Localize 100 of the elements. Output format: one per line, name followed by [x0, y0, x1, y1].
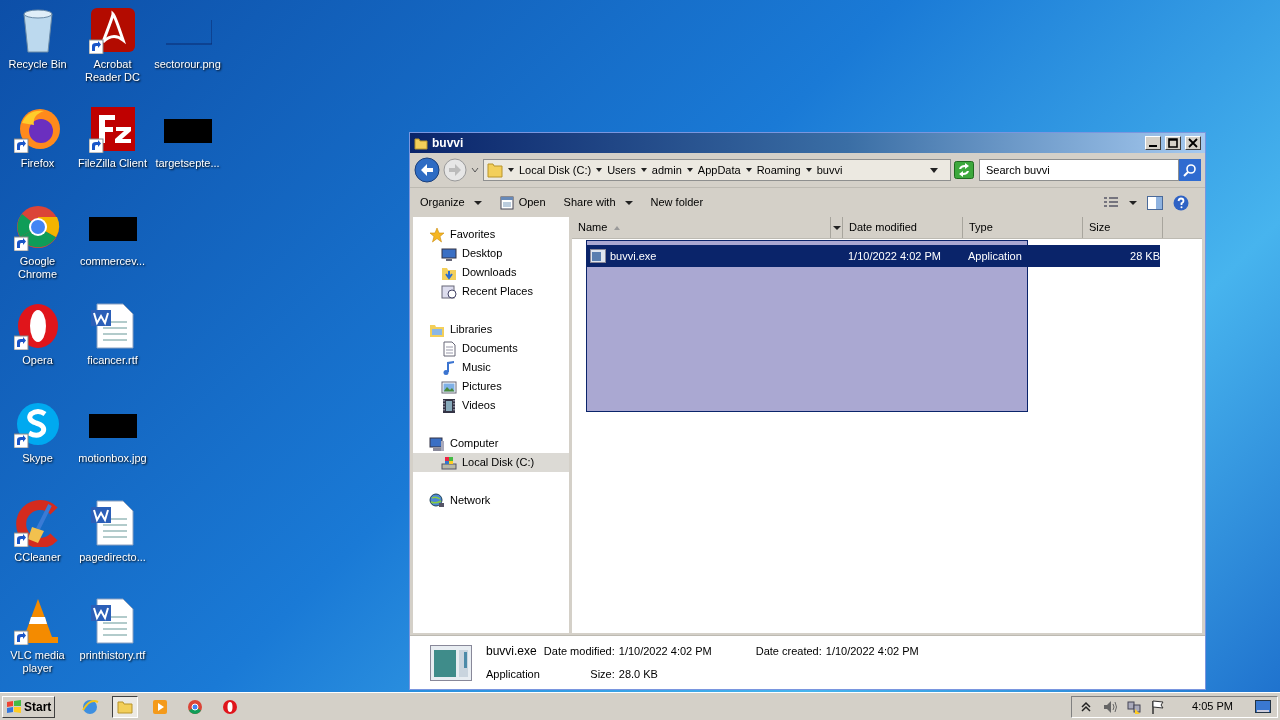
column-header[interactable]: Name — [572, 217, 843, 238]
flag-icon[interactable] — [1150, 698, 1167, 715]
folder-icon — [414, 136, 428, 150]
search-icon — [1183, 163, 1197, 177]
back-button[interactable] — [414, 157, 440, 183]
toolbar-button[interactable]: Organize — [416, 190, 486, 215]
detail-value: 28.0 KB — [618, 667, 659, 683]
breadcrumb[interactable]: AppData — [697, 161, 741, 179]
breadcrumb[interactable]: Roaming — [756, 161, 801, 179]
desktop-icon-label[interactable]: VLC media player — [0, 649, 75, 676]
caret-icon[interactable] — [1129, 198, 1137, 207]
start-button[interactable]: Start — [2, 695, 56, 718]
filezilla-icon[interactable] — [88, 104, 137, 153]
minimize-button[interactable] — [1145, 136, 1161, 150]
caret-icon[interactable] — [507, 166, 515, 174]
file-name: buvvi.exe — [610, 248, 657, 264]
column-header[interactable]: Type — [963, 217, 1083, 238]
skype-icon[interactable] — [13, 400, 62, 449]
show-desktop-icon[interactable] — [1255, 699, 1271, 714]
breadcrumb[interactable]: Local Disk (C:) — [519, 161, 592, 179]
desktop-icon-label[interactable]: Recycle Bin — [0, 58, 75, 71]
search-field[interactable]: Search buvvi — [979, 159, 1179, 181]
desktop-icon-label[interactable]: printhistory.rtf — [75, 649, 150, 663]
word-document-icon[interactable] — [88, 301, 137, 350]
desktop-icon-label[interactable]: CCleaner — [0, 550, 75, 564]
acrobat-icon[interactable] — [88, 6, 137, 54]
breadcrumb[interactable]: Users — [607, 161, 636, 179]
desktop-icon-label[interactable]: Skype — [0, 452, 75, 466]
close-button[interactable] — [1185, 136, 1201, 150]
word-document-icon[interactable] — [88, 597, 137, 646]
history-caret-icon[interactable] — [470, 165, 480, 175]
file-type: Application — [486, 667, 540, 683]
desktop-icon-label[interactable]: FileZilla Client — [75, 156, 150, 170]
document-icon — [441, 340, 457, 357]
desktop-icon-label[interactable]: motionbox.jpg — [75, 452, 150, 466]
desktop-icon-label[interactable]: Acrobat Reader DC — [75, 58, 150, 84]
breadcrumb[interactable]: buvvi — [816, 161, 843, 179]
column-header[interactable]: Date modified — [843, 217, 963, 238]
preview-pane-icon[interactable] — [1147, 195, 1163, 210]
navigation-item[interactable]: Favorites — [413, 225, 569, 244]
desktop-icon-label[interactable]: ficancer.rtf — [75, 353, 150, 367]
dropdown-caret-icon[interactable] — [929, 166, 939, 174]
detail-value: 1/10/2022 4:02 PM — [825, 644, 919, 660]
toolbar-button[interactable]: Open — [495, 190, 550, 215]
table-cell-text: 28 KB — [1129, 248, 1160, 264]
toolbar-button[interactable]: New folder — [646, 190, 708, 215]
navigation-item[interactable]: Pictures — [413, 377, 569, 396]
navigation-item[interactable]: Documents — [413, 339, 569, 358]
navigation-item[interactable]: Desktop — [413, 244, 569, 263]
sort-arrow-icon — [613, 224, 622, 231]
navigation-item[interactable]: Network — [413, 491, 569, 510]
desktop-icon-label[interactable]: Google Chrome — [0, 255, 75, 282]
help-icon[interactable] — [1173, 194, 1189, 211]
file-name: buvvi.exe — [486, 643, 537, 661]
desktop-icon-label[interactable]: commercev... — [75, 255, 150, 269]
desktop-icon-label[interactable]: Opera — [0, 353, 75, 367]
desktop-icon-label[interactable]: Firefox — [0, 156, 75, 170]
window-icon — [499, 195, 514, 210]
filter-caret-icon[interactable] — [830, 217, 842, 238]
caret-icon[interactable] — [804, 166, 813, 174]
globe-network-icon — [429, 492, 445, 509]
search-button[interactable] — [1179, 159, 1201, 181]
maximize-button[interactable] — [1165, 136, 1181, 150]
column-header[interactable]: Size — [1083, 217, 1163, 238]
opera-icon — [221, 697, 240, 716]
detail-label: Size: — [589, 667, 615, 683]
refresh-icon[interactable] — [954, 161, 974, 179]
chrome-icon[interactable] — [13, 203, 62, 252]
close-icon — [1188, 138, 1198, 148]
caret-icon[interactable] — [685, 166, 694, 174]
navigation-item[interactable]: Local Disk (C:) — [413, 453, 569, 472]
taskbar-button[interactable] — [112, 695, 139, 718]
desktop-icon-label[interactable]: sectorour.png — [150, 58, 225, 71]
clock[interactable]: 4:05 PM — [1192, 698, 1233, 715]
desktop-icon-label[interactable]: pagedirecto... — [75, 550, 150, 564]
breadcrumb[interactable]: admin — [651, 161, 682, 179]
navigation-item[interactable]: Downloads — [413, 263, 569, 282]
minimize-icon — [1149, 145, 1157, 147]
computer-icon — [429, 435, 445, 452]
film-icon — [441, 397, 457, 414]
view-list-icon[interactable] — [1103, 195, 1119, 210]
desktop-icon-label[interactable]: targetsepte... — [150, 156, 225, 170]
navigation-item[interactable]: Libraries — [413, 320, 569, 339]
navigation-item[interactable]: Music — [413, 358, 569, 377]
toolbar-button[interactable]: Share with — [559, 190, 637, 215]
network-icon[interactable] — [1126, 698, 1143, 715]
word-document-icon[interactable] — [88, 498, 137, 547]
file-row[interactable]: buvvi.exe 1/10/2022 4:02 PM Application 28 KB — [586, 245, 1160, 267]
application-icon — [430, 644, 472, 681]
caret-icon[interactable] — [595, 166, 604, 174]
navigation-item[interactable]: Computer — [413, 434, 569, 453]
detail-value: 1/10/2022 4:02 PM — [618, 644, 713, 660]
address-bar[interactable]: Local Disk (C:) Users admin AppData Roaming buvvi — [483, 159, 951, 181]
caret-icon[interactable] — [744, 166, 753, 174]
music-note-icon — [441, 359, 457, 376]
windows-logo-icon — [6, 699, 22, 714]
caret-icon[interactable] — [639, 166, 648, 174]
ie-icon — [81, 697, 100, 716]
navigation-item[interactable]: Recent Places — [413, 282, 569, 301]
navigation-item[interactable]: Videos — [413, 396, 569, 415]
